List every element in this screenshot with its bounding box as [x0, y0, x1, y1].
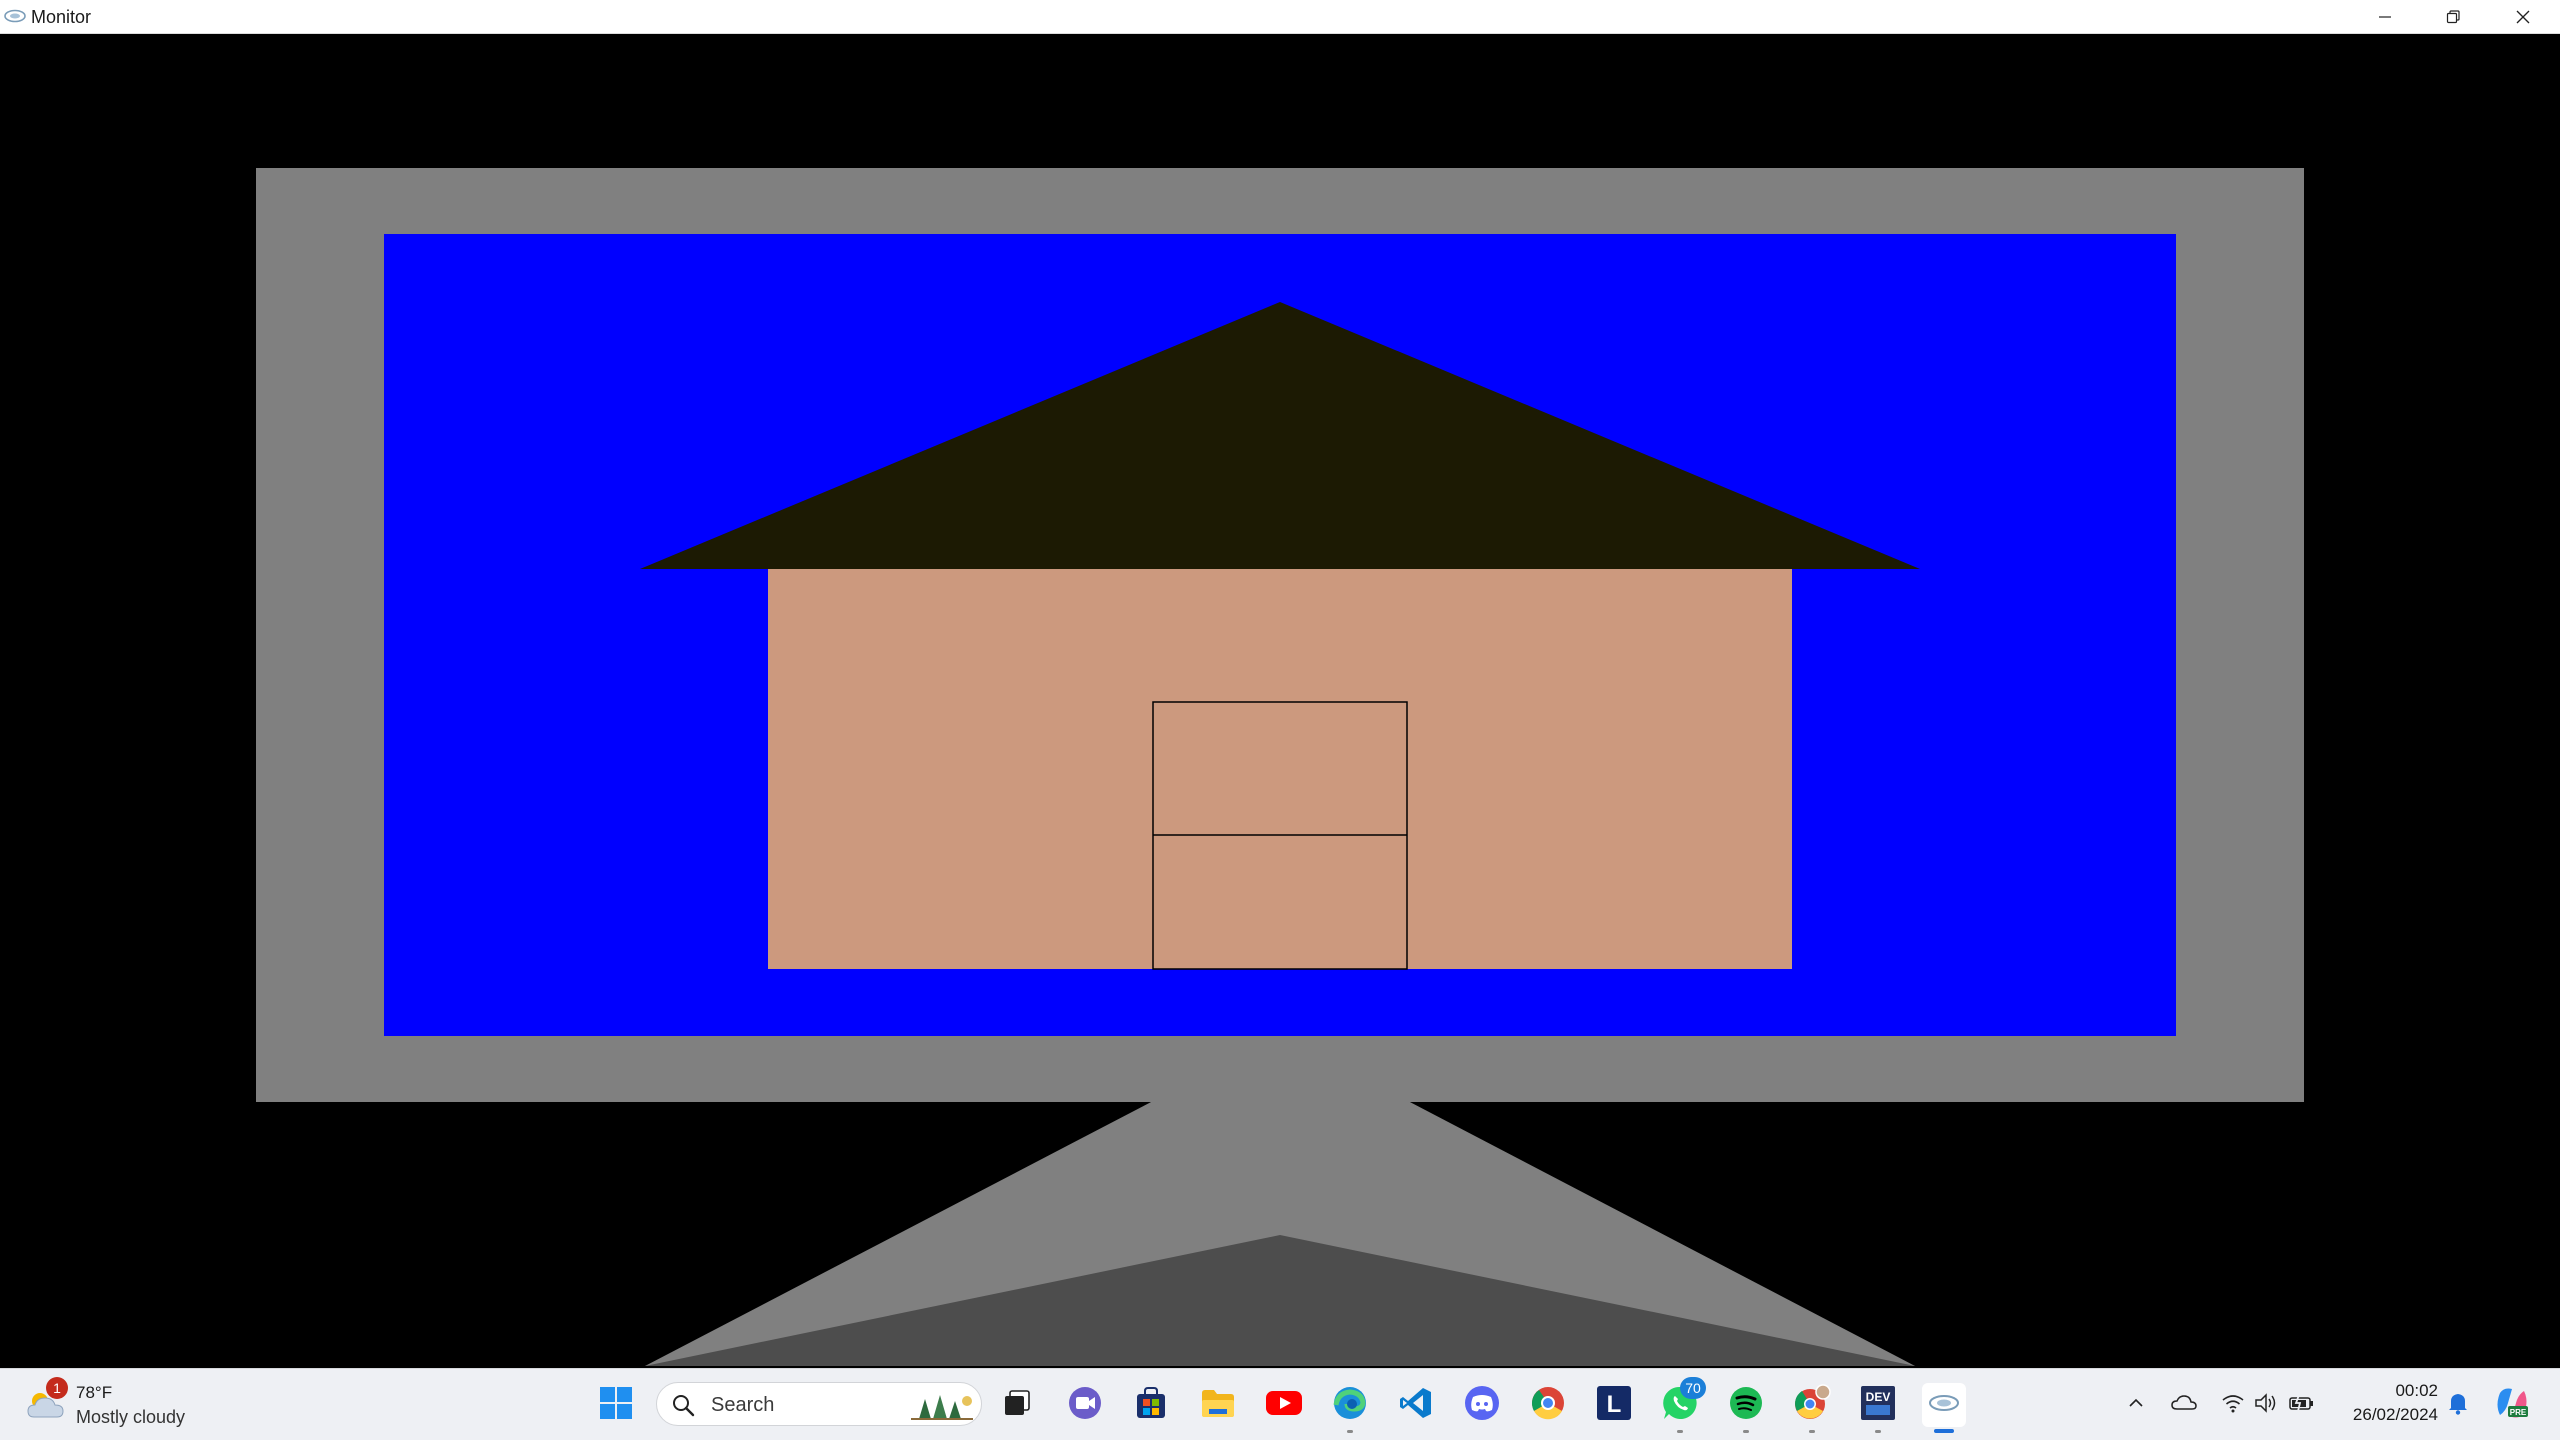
spotify-icon [1728, 1385, 1764, 1426]
app-logo-icon [4, 9, 26, 23]
battery-button[interactable] [2288, 1391, 2316, 1419]
close-button[interactable] [2488, 0, 2558, 34]
youtube-button[interactable] [1262, 1383, 1306, 1427]
weather-badge: 1 [46, 1377, 68, 1399]
l-app-button[interactable]: L [1592, 1383, 1636, 1427]
weather-condition: Mostly cloudy [76, 1407, 186, 1427]
running-indicator [1677, 1430, 1683, 1433]
windows-start-icon [599, 1386, 633, 1425]
store-icon [1134, 1386, 1168, 1425]
dev-cpp-button[interactable]: DEV [1856, 1383, 1900, 1433]
notifications-button[interactable] [2444, 1391, 2472, 1419]
search-highlight-art-icon [909, 1389, 975, 1426]
vscode-button[interactable] [1394, 1383, 1438, 1427]
copilot-icon: PRE [2494, 1385, 2530, 1426]
weather-temperature: 78°F [76, 1383, 113, 1402]
discord-icon [1464, 1385, 1500, 1426]
running-indicator [1743, 1430, 1749, 1433]
dev-cpp-icon: DEV [1860, 1385, 1896, 1426]
taskbar: 1 78°F Mostly cloudy Search L 70 DEV 00:… [0, 1368, 2560, 1440]
video-call-icon [1068, 1386, 1102, 1425]
dev-cpp-label: DEV [1866, 1390, 1891, 1404]
window-title: Monitor [31, 7, 92, 27]
running-indicator [1809, 1430, 1815, 1433]
title-bar[interactable]: Monitor [0, 0, 2560, 34]
copilot-button[interactable]: PRE [2494, 1387, 2530, 1423]
edge-icon [1332, 1385, 1368, 1426]
youtube-icon [1265, 1389, 1303, 1422]
running-indicator [1875, 1430, 1881, 1433]
chrome-button[interactable] [1526, 1383, 1570, 1427]
spotify-button[interactable] [1724, 1383, 1768, 1433]
clock-time: 00:02 [2395, 1381, 2438, 1400]
minimize-button[interactable] [2350, 0, 2420, 34]
chrome-icon [1530, 1385, 1566, 1426]
task-view-button[interactable] [995, 1383, 1039, 1427]
chrome-profile-button[interactable] [1790, 1383, 1834, 1433]
app-logo-icon [1928, 1393, 1960, 1418]
folder-icon [1200, 1387, 1236, 1424]
drawing-canvas [0, 35, 2560, 1367]
l-app-label: L [1607, 1391, 1622, 1418]
onedrive-cloud-icon [2171, 1393, 2197, 1418]
volume-icon [2254, 1392, 2278, 1418]
wifi-button[interactable] [2219, 1391, 2247, 1419]
clock-date: 26/02/2024 [2352, 1405, 2438, 1424]
chevron-up-icon [2127, 1394, 2145, 1417]
chrome-profile-icon [1793, 1383, 1831, 1427]
discord-button[interactable] [1460, 1383, 1504, 1427]
video-call-button[interactable] [1063, 1383, 1107, 1427]
onedrive-button[interactable] [2170, 1391, 2198, 1419]
monitor-app-button[interactable] [1922, 1383, 1966, 1433]
close-icon [2515, 9, 2531, 25]
weather-widget[interactable]: 1 78°F Mostly cloudy [24, 1377, 224, 1433]
start-button[interactable] [594, 1383, 638, 1427]
vscode-icon [1399, 1386, 1433, 1425]
whatsapp-button[interactable]: 70 [1658, 1377, 1706, 1433]
restore-button[interactable] [2418, 0, 2488, 34]
show-hidden-icons-button[interactable] [2122, 1391, 2150, 1419]
house-wall [768, 569, 1792, 969]
active-indicator [1934, 1429, 1954, 1433]
taskbar-search[interactable]: Search [656, 1382, 982, 1426]
search-placeholder: Search [711, 1394, 775, 1416]
monitor-drawing [0, 35, 2560, 1367]
wifi-icon [2221, 1393, 2245, 1418]
battery-icon [2289, 1394, 2315, 1417]
minimize-icon [2377, 9, 2393, 25]
volume-button[interactable] [2252, 1391, 2280, 1419]
edge-button[interactable] [1328, 1383, 1372, 1433]
restore-icon [2445, 9, 2461, 25]
store-button[interactable] [1129, 1383, 1173, 1427]
copilot-label: PRE [2510, 1408, 2527, 1417]
task-view-icon [1002, 1388, 1032, 1423]
running-indicator [1347, 1430, 1353, 1433]
file-explorer-button[interactable] [1196, 1383, 1240, 1427]
system-clock[interactable]: 00:02 26/02/2024 [2330, 1379, 2438, 1427]
l-app-icon: L [1596, 1385, 1632, 1426]
monitor-window: Monitor 1 78°F Mostly cloudy Search L 70… [0, 0, 2560, 1440]
bell-icon [2447, 1391, 2469, 1420]
search-icon [671, 1393, 695, 1422]
whatsapp-unread-badge: 70 [1680, 1377, 1706, 1399]
